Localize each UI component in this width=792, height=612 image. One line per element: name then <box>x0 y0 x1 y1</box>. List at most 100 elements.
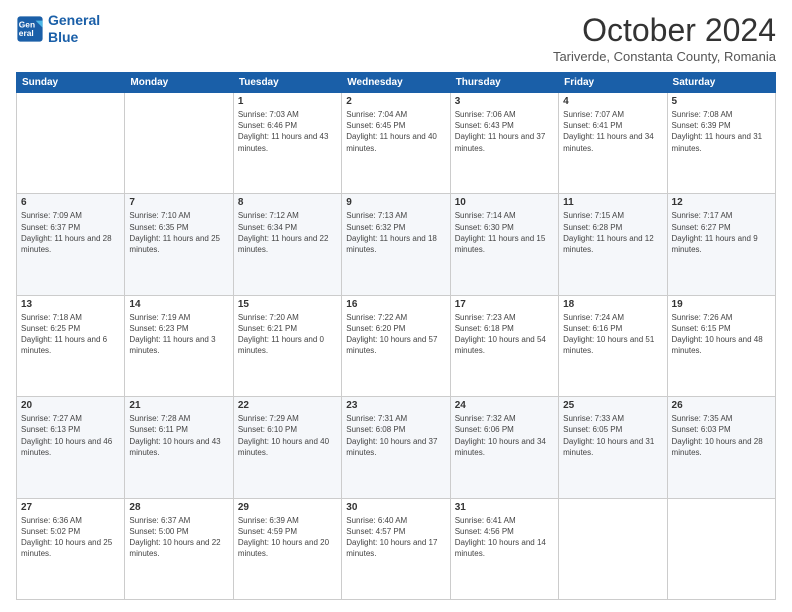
day-info: Sunrise: 7:15 AMSunset: 6:28 PMDaylight:… <box>563 210 662 255</box>
title-block: October 2024 Tariverde, Constanta County… <box>553 12 776 64</box>
day-cell: 26 Sunrise: 7:35 AMSunset: 6:03 PMDayligh… <box>667 397 775 498</box>
day-cell: 29 Sunrise: 6:39 AMSunset: 4:59 PMDayligh… <box>233 498 341 599</box>
col-header-monday: Monday <box>125 73 233 93</box>
day-cell: 1 Sunrise: 7:03 AMSunset: 6:46 PMDaylight… <box>233 93 341 194</box>
day-number: 30 <box>346 502 445 513</box>
day-info: Sunrise: 7:09 AMSunset: 6:37 PMDaylight:… <box>21 210 120 255</box>
logo-text: General Blue <box>48 12 100 46</box>
month-title: October 2024 <box>553 12 776 49</box>
day-number: 22 <box>238 400 337 411</box>
day-number: 21 <box>129 400 228 411</box>
logo-line1: General <box>48 12 100 28</box>
day-cell: 9Sunrise: 7:13 AMSunset: 6:32 PMDaylight… <box>342 194 450 295</box>
day-info: Sunrise: 7:04 AMSunset: 6:45 PMDaylight:… <box>346 109 445 154</box>
day-info: Sunrise: 7:18 AMSunset: 6:25 PMDaylight:… <box>21 312 120 357</box>
day-info: Sunrise: 7:10 AMSunset: 6:35 PMDaylight:… <box>129 210 228 255</box>
calendar: SundayMondayTuesdayWednesdayThursdayFrid… <box>16 72 776 600</box>
day-info: Sunrise: 7:31 AMSunset: 6:08 PMDaylight:… <box>346 413 445 458</box>
col-header-tuesday: Tuesday <box>233 73 341 93</box>
day-info: Sunrise: 6:36 AMSunset: 5:02 PMDaylight:… <box>21 515 120 560</box>
day-cell: 25Sunrise: 7:33 AMSunset: 6:05 PMDayligh… <box>559 397 667 498</box>
day-cell: 11 Sunrise: 7:15 AMSunset: 6:28 PMDayligh… <box>559 194 667 295</box>
day-number: 26 <box>672 400 771 411</box>
day-cell: 10 Sunrise: 7:14 AMSunset: 6:30 PMDayligh… <box>450 194 558 295</box>
day-number: 12 <box>672 197 771 208</box>
day-info: Sunrise: 7:28 AMSunset: 6:11 PMDaylight:… <box>129 413 228 458</box>
day-info: Sunrise: 7:23 AMSunset: 6:18 PMDaylight:… <box>455 312 554 357</box>
day-info: Sunrise: 6:40 AMSunset: 4:57 PMDaylight:… <box>346 515 445 560</box>
day-cell: 15 Sunrise: 7:20 AMSunset: 6:21 PMDayligh… <box>233 295 341 396</box>
day-number: 24 <box>455 400 554 411</box>
day-cell: 28 Sunrise: 6:37 AMSunset: 5:00 PMDayligh… <box>125 498 233 599</box>
day-info: Sunrise: 6:39 AMSunset: 4:59 PMDaylight:… <box>238 515 337 560</box>
day-info: Sunrise: 7:22 AMSunset: 6:20 PMDaylight:… <box>346 312 445 357</box>
calendar-header-row: SundayMondayTuesdayWednesdayThursdayFrid… <box>17 73 776 93</box>
header: Gen eral General Blue October 2024 Tariv… <box>16 12 776 64</box>
day-number: 17 <box>455 299 554 310</box>
week-row-5: 27 Sunrise: 6:36 AMSunset: 5:02 PMDayligh… <box>17 498 776 599</box>
day-number: 18 <box>563 299 662 310</box>
day-cell: 4Sunrise: 7:07 AMSunset: 6:41 PMDaylight… <box>559 93 667 194</box>
day-cell: 23 Sunrise: 7:31 AMSunset: 6:08 PMDayligh… <box>342 397 450 498</box>
day-info: Sunrise: 7:03 AMSunset: 6:46 PMDaylight:… <box>238 109 337 154</box>
day-cell <box>125 93 233 194</box>
day-number: 15 <box>238 299 337 310</box>
day-number: 28 <box>129 502 228 513</box>
day-cell: 14Sunrise: 7:19 AMSunset: 6:23 PMDayligh… <box>125 295 233 396</box>
day-number: 13 <box>21 299 120 310</box>
day-number: 14 <box>129 299 228 310</box>
day-number: 16 <box>346 299 445 310</box>
location: Tariverde, Constanta County, Romania <box>553 49 776 64</box>
week-row-2: 6 Sunrise: 7:09 AMSunset: 6:37 PMDaylight… <box>17 194 776 295</box>
day-info: Sunrise: 7:06 AMSunset: 6:43 PMDaylight:… <box>455 109 554 154</box>
col-header-friday: Friday <box>559 73 667 93</box>
col-header-thursday: Thursday <box>450 73 558 93</box>
logo: Gen eral General Blue <box>16 12 100 46</box>
day-info: Sunrise: 7:14 AMSunset: 6:30 PMDaylight:… <box>455 210 554 255</box>
day-cell: 16 Sunrise: 7:22 AMSunset: 6:20 PMDayligh… <box>342 295 450 396</box>
day-number: 8 <box>238 197 337 208</box>
day-number: 1 <box>238 96 337 107</box>
week-row-4: 20Sunrise: 7:27 AMSunset: 6:13 PMDayligh… <box>17 397 776 498</box>
day-number: 29 <box>238 502 337 513</box>
day-number: 11 <box>563 197 662 208</box>
logo-icon: Gen eral <box>16 15 44 43</box>
day-cell: 20Sunrise: 7:27 AMSunset: 6:13 PMDayligh… <box>17 397 125 498</box>
week-row-1: 1 Sunrise: 7:03 AMSunset: 6:46 PMDaylight… <box>17 93 776 194</box>
week-row-3: 13 Sunrise: 7:18 AMSunset: 6:25 PMDayligh… <box>17 295 776 396</box>
day-info: Sunrise: 6:37 AMSunset: 5:00 PMDaylight:… <box>129 515 228 560</box>
day-info: Sunrise: 7:33 AMSunset: 6:05 PMDaylight:… <box>563 413 662 458</box>
day-cell: 7 Sunrise: 7:10 AMSunset: 6:35 PMDaylight… <box>125 194 233 295</box>
day-info: Sunrise: 7:08 AMSunset: 6:39 PMDaylight:… <box>672 109 771 154</box>
day-cell: 13 Sunrise: 7:18 AMSunset: 6:25 PMDayligh… <box>17 295 125 396</box>
day-info: Sunrise: 7:17 AMSunset: 6:27 PMDaylight:… <box>672 210 771 255</box>
day-cell: 19Sunrise: 7:26 AMSunset: 6:15 PMDayligh… <box>667 295 775 396</box>
day-number: 2 <box>346 96 445 107</box>
day-cell: 6 Sunrise: 7:09 AMSunset: 6:37 PMDaylight… <box>17 194 125 295</box>
day-info: Sunrise: 7:07 AMSunset: 6:41 PMDaylight:… <box>563 109 662 154</box>
svg-text:eral: eral <box>19 28 34 38</box>
day-number: 7 <box>129 197 228 208</box>
day-number: 10 <box>455 197 554 208</box>
day-cell <box>667 498 775 599</box>
day-number: 6 <box>21 197 120 208</box>
day-cell <box>559 498 667 599</box>
day-info: Sunrise: 7:13 AMSunset: 6:32 PMDaylight:… <box>346 210 445 255</box>
day-cell: 17 Sunrise: 7:23 AMSunset: 6:18 PMDayligh… <box>450 295 558 396</box>
day-number: 23 <box>346 400 445 411</box>
col-header-wednesday: Wednesday <box>342 73 450 93</box>
day-info: Sunrise: 7:29 AMSunset: 6:10 PMDaylight:… <box>238 413 337 458</box>
day-number: 27 <box>21 502 120 513</box>
day-info: Sunrise: 7:35 AMSunset: 6:03 PMDaylight:… <box>672 413 771 458</box>
logo-line2: Blue <box>48 29 78 45</box>
day-cell: 27 Sunrise: 6:36 AMSunset: 5:02 PMDayligh… <box>17 498 125 599</box>
day-cell: 5Sunrise: 7:08 AMSunset: 6:39 PMDaylight… <box>667 93 775 194</box>
day-cell: 12 Sunrise: 7:17 AMSunset: 6:27 PMDayligh… <box>667 194 775 295</box>
day-cell <box>17 93 125 194</box>
day-number: 20 <box>21 400 120 411</box>
day-cell: 24Sunrise: 7:32 AMSunset: 6:06 PMDayligh… <box>450 397 558 498</box>
day-cell: 18Sunrise: 7:24 AMSunset: 6:16 PMDayligh… <box>559 295 667 396</box>
day-info: Sunrise: 7:20 AMSunset: 6:21 PMDaylight:… <box>238 312 337 357</box>
day-cell: 3Sunrise: 7:06 AMSunset: 6:43 PMDaylight… <box>450 93 558 194</box>
day-cell: 8Sunrise: 7:12 AMSunset: 6:34 PMDaylight… <box>233 194 341 295</box>
